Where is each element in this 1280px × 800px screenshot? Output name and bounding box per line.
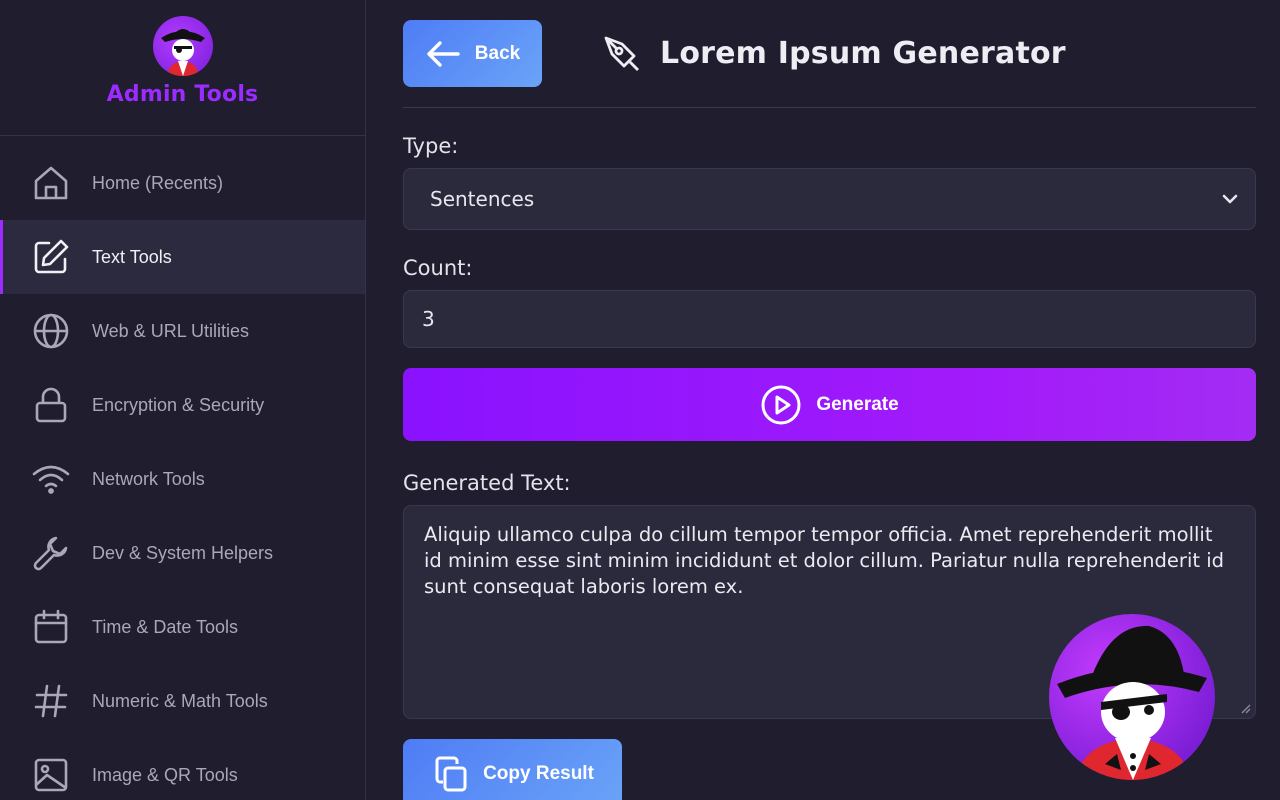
resize-handle-icon[interactable] [1239, 702, 1251, 714]
generate-button[interactable]: Generate [403, 368, 1256, 441]
image-icon [30, 754, 72, 796]
type-label: Type: [403, 134, 459, 158]
sidebar-item-numeric-math[interactable]: Numeric & Math Tools [0, 664, 365, 738]
copy-result-button[interactable]: Copy Result [403, 739, 622, 800]
page-title: Lorem Ipsum Generator [660, 36, 1066, 71]
back-button[interactable]: Back [403, 20, 542, 87]
generated-text: Aliquip ullamco culpa do cillum tempor t… [424, 523, 1224, 598]
sidebar-item-label: Home (Recents) [92, 172, 224, 193]
globe-icon [30, 310, 72, 352]
sidebar-nav: Home (Recents) Text Tools Web & URL Util… [0, 136, 365, 800]
back-button-label: Back [474, 42, 521, 64]
pen-nib-icon [604, 36, 639, 71]
sidebar-item-network[interactable]: Network Tools [0, 442, 365, 516]
sidebar-item-dev-system[interactable]: Dev & System Helpers [0, 516, 365, 590]
sidebar-item-image-qr[interactable]: Image & QR Tools [0, 738, 365, 800]
play-circle-icon [761, 385, 801, 424]
home-icon [30, 162, 72, 204]
copy-icon [435, 756, 467, 792]
sidebar-item-home[interactable]: Home (Recents) [0, 146, 365, 220]
wrench-icon [30, 532, 72, 574]
edit-icon [30, 236, 72, 278]
sidebar-item-text-tools[interactable]: Text Tools [0, 220, 365, 294]
count-label: Count: [403, 256, 473, 280]
lock-icon [30, 384, 72, 426]
brand: Admin Tools [0, 0, 365, 136]
sidebar-item-label: Image & QR Tools [92, 764, 238, 785]
pirate-logo-icon[interactable] [152, 16, 213, 76]
wifi-icon [30, 458, 72, 500]
hash-icon [30, 680, 72, 722]
count-input[interactable]: 3 [403, 290, 1256, 348]
output-label: Generated Text: [403, 471, 571, 495]
sidebar-item-encryption[interactable]: Encryption & Security [0, 368, 365, 442]
sidebar-item-label: Web & URL Utilities [92, 320, 250, 341]
type-select-value: Sentences [430, 187, 535, 211]
sidebar-item-label: Text Tools [92, 246, 172, 267]
generate-button-label: Generate [816, 393, 899, 415]
sidebar-item-label: Numeric & Math Tools [92, 690, 268, 711]
sidebar-item-label: Network Tools [92, 468, 205, 489]
sidebar-item-label: Time & Date Tools [92, 616, 239, 637]
arrow-left-icon [427, 40, 460, 67]
sidebar-item-label: Encryption & Security [92, 394, 265, 415]
type-select[interactable]: Sentences [403, 168, 1256, 230]
calendar-icon [30, 606, 72, 648]
chevron-down-icon [1222, 194, 1238, 204]
sidebar-item-web-url[interactable]: Web & URL Utilities [0, 294, 365, 368]
sidebar-item-label: Dev & System Helpers [92, 542, 274, 563]
page-header: Back Lorem Ipsum Generator [403, 0, 1256, 108]
copy-result-label: Copy Result [483, 763, 594, 784]
count-input-value: 3 [422, 307, 435, 331]
pirate-mascot-icon[interactable] [1049, 614, 1215, 780]
sidebar: Admin Tools Home (Recents) Text Tools We… [0, 0, 366, 800]
brand-title: Admin Tools [106, 82, 259, 107]
page-title-group: Lorem Ipsum Generator [600, 32, 1066, 76]
sidebar-item-time-date[interactable]: Time & Date Tools [0, 590, 365, 664]
